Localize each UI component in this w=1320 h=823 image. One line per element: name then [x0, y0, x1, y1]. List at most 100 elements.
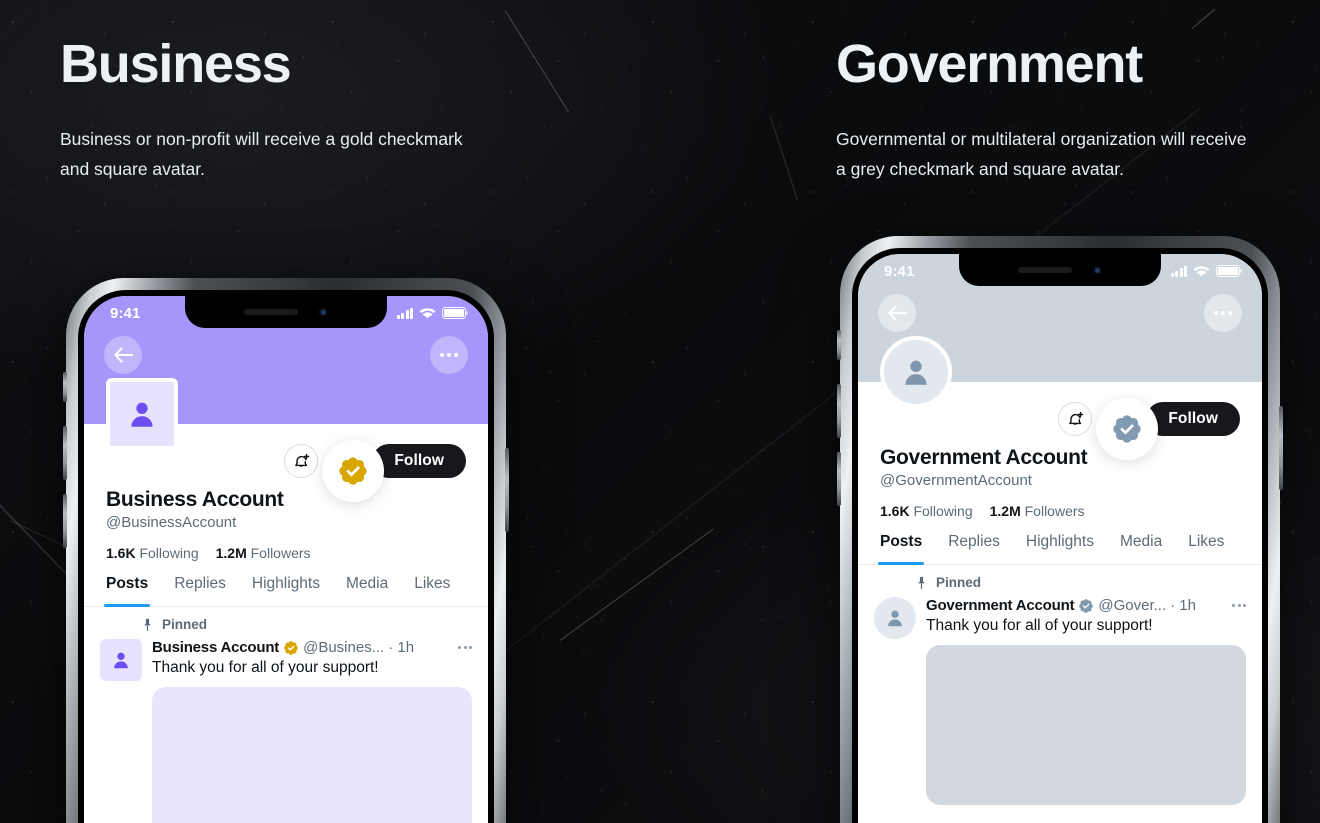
back-button[interactable] — [104, 336, 142, 374]
followers-count: 1.2M — [215, 545, 247, 561]
post-header: Business Account @Busines... · 1h — [152, 639, 472, 656]
following-label: Following — [913, 503, 973, 519]
battery-icon — [442, 307, 469, 319]
wifi-icon — [419, 307, 436, 318]
profile-handle: @BusinessAccount — [106, 514, 237, 531]
phone-volume-down-button[interactable] — [837, 452, 841, 506]
signal-bars-icon — [1170, 265, 1187, 277]
profile-name-row-business: Business Account — [106, 488, 466, 512]
page-subtitle-government: Governmental or multilateral organizatio… — [836, 129, 1247, 180]
pin-icon — [918, 576, 925, 589]
more-options-button[interactable] — [1204, 294, 1242, 332]
phone-mockup-business: 9:41 Follow Business Account @BusinessAc… — [63, 278, 509, 823]
phone-volume-down-button[interactable] — [63, 494, 67, 548]
profile-avatar-business[interactable] — [106, 378, 178, 450]
back-button[interactable] — [878, 294, 916, 332]
profile-stats-business: 1.6K Following 1.2M Followers — [106, 545, 466, 561]
post-body: Business Account @Busines... · 1h Thank … — [152, 639, 472, 823]
post-avatar[interactable] — [874, 597, 916, 639]
person-avatar-icon — [905, 360, 927, 385]
person-avatar-icon — [114, 652, 128, 669]
wifi-icon — [1193, 265, 1210, 276]
post-author-handle: @Gover... — [1098, 597, 1167, 614]
person-avatar-icon — [888, 610, 902, 627]
tab-posts[interactable]: Posts — [877, 533, 925, 565]
post-author-name: Government Account — [926, 597, 1075, 614]
grey-verified-badge-icon — [1079, 598, 1094, 613]
notify-button[interactable] — [284, 444, 319, 478]
page-title-government: Government — [836, 34, 1143, 94]
profile-display-name: Business Account — [106, 488, 284, 511]
signal-bars-icon — [396, 307, 413, 319]
tab-likes[interactable]: Likes — [1188, 533, 1224, 564]
post-avatar[interactable] — [100, 639, 142, 681]
pinned-label: Pinned — [162, 617, 208, 632]
post-media-placeholder[interactable] — [152, 687, 472, 823]
tab-likes[interactable]: Likes — [414, 575, 450, 606]
tab-media[interactable]: Media — [346, 575, 388, 606]
following-stat[interactable]: 1.6K Following — [106, 545, 199, 561]
back-arrow-icon — [887, 305, 907, 321]
post-verified-badge — [1078, 598, 1094, 614]
status-clock: 9:41 — [110, 304, 141, 322]
page-subtitle-business: Business or non-profit will receive a go… — [60, 129, 463, 180]
tab-replies[interactable]: Replies — [948, 533, 1000, 564]
status-indicators — [1170, 265, 1243, 278]
timeline-government: Pinned Government Account @Gover... · 1h… — [858, 565, 1262, 806]
following-label: Following — [139, 545, 199, 561]
page-title-business: Business — [60, 34, 292, 94]
following-stat[interactable]: 1.6K Following — [880, 503, 973, 519]
post-media-placeholder[interactable] — [926, 645, 1246, 806]
notify-button[interactable] — [1058, 402, 1093, 436]
gold-verified-badge-icon — [284, 640, 298, 655]
post-author-name: Business Account — [152, 639, 280, 656]
profile-section-business: Follow Business Account @BusinessAccount… — [84, 378, 488, 561]
tab-posts[interactable]: Posts — [103, 575, 151, 607]
more-options-button[interactable] — [430, 336, 468, 374]
profile-section-government: Follow Government Account @GovernmentAcc… — [858, 336, 1262, 519]
person-avatar-icon — [131, 402, 153, 427]
phone-mute-switch[interactable] — [837, 330, 841, 360]
more-dots-icon — [440, 353, 458, 357]
pinned-label: Pinned — [936, 575, 982, 590]
phone-mockup-government: 9:41 Follow Government Account @Governme… — [837, 236, 1283, 823]
follow-button[interactable]: Follow — [372, 444, 466, 478]
bell-plus-icon — [294, 453, 310, 467]
followers-stat[interactable]: 1.2M Followers — [216, 545, 311, 561]
phone-bezel-business: 9:41 Follow Business Account @BusinessAc… — [78, 290, 494, 823]
timeline-business: Pinned Business Account @Busines... · 1h… — [84, 607, 488, 823]
more-dots-icon — [1214, 311, 1232, 315]
phone-mute-switch[interactable] — [63, 372, 67, 402]
phone-power-button[interactable] — [1279, 406, 1283, 490]
followers-stat[interactable]: 1.2M Followers — [990, 503, 1085, 519]
phone-volume-up-button[interactable] — [837, 384, 841, 438]
phone-volume-up-button[interactable] — [63, 426, 67, 480]
tab-highlights[interactable]: Highlights — [1026, 533, 1094, 564]
post-item-government[interactable]: Government Account @Gover... · 1h Thank … — [874, 597, 1246, 806]
phone-power-button[interactable] — [505, 448, 509, 532]
profile-stats-government: 1.6K Following 1.2M Followers — [880, 503, 1240, 519]
post-more-button[interactable] — [1224, 604, 1246, 607]
post-text: Thank you for all of your support! — [152, 659, 379, 676]
status-indicators — [396, 307, 469, 320]
post-verified-badge — [283, 640, 299, 656]
followers-label: Followers — [250, 545, 311, 561]
following-count: 1.6K — [880, 503, 910, 519]
tab-media[interactable]: Media — [1120, 533, 1162, 564]
tab-replies[interactable]: Replies — [174, 575, 226, 606]
status-bar-business: 9:41 — [84, 296, 488, 330]
post-author-handle: @Busines... — [303, 639, 385, 656]
followers-label: Followers — [1024, 503, 1085, 519]
phone-screen-government: 9:41 Follow Government Account @Governme… — [858, 254, 1262, 823]
phone-screen-business: 9:41 Follow Business Account @BusinessAc… — [84, 296, 488, 823]
grey-verified-badge-icon — [1113, 415, 1141, 443]
bell-plus-icon — [1068, 411, 1084, 425]
profile-avatar-government[interactable] — [880, 336, 952, 408]
pinned-label-row: Pinned — [142, 617, 472, 632]
tab-highlights[interactable]: Highlights — [252, 575, 320, 606]
verified-badge-callout-government — [1096, 398, 1158, 460]
following-count: 1.6K — [106, 545, 136, 561]
post-item-business[interactable]: Business Account @Busines... · 1h Thank … — [100, 639, 472, 823]
follow-button[interactable]: Follow — [1146, 402, 1240, 436]
post-more-button[interactable] — [450, 646, 472, 649]
